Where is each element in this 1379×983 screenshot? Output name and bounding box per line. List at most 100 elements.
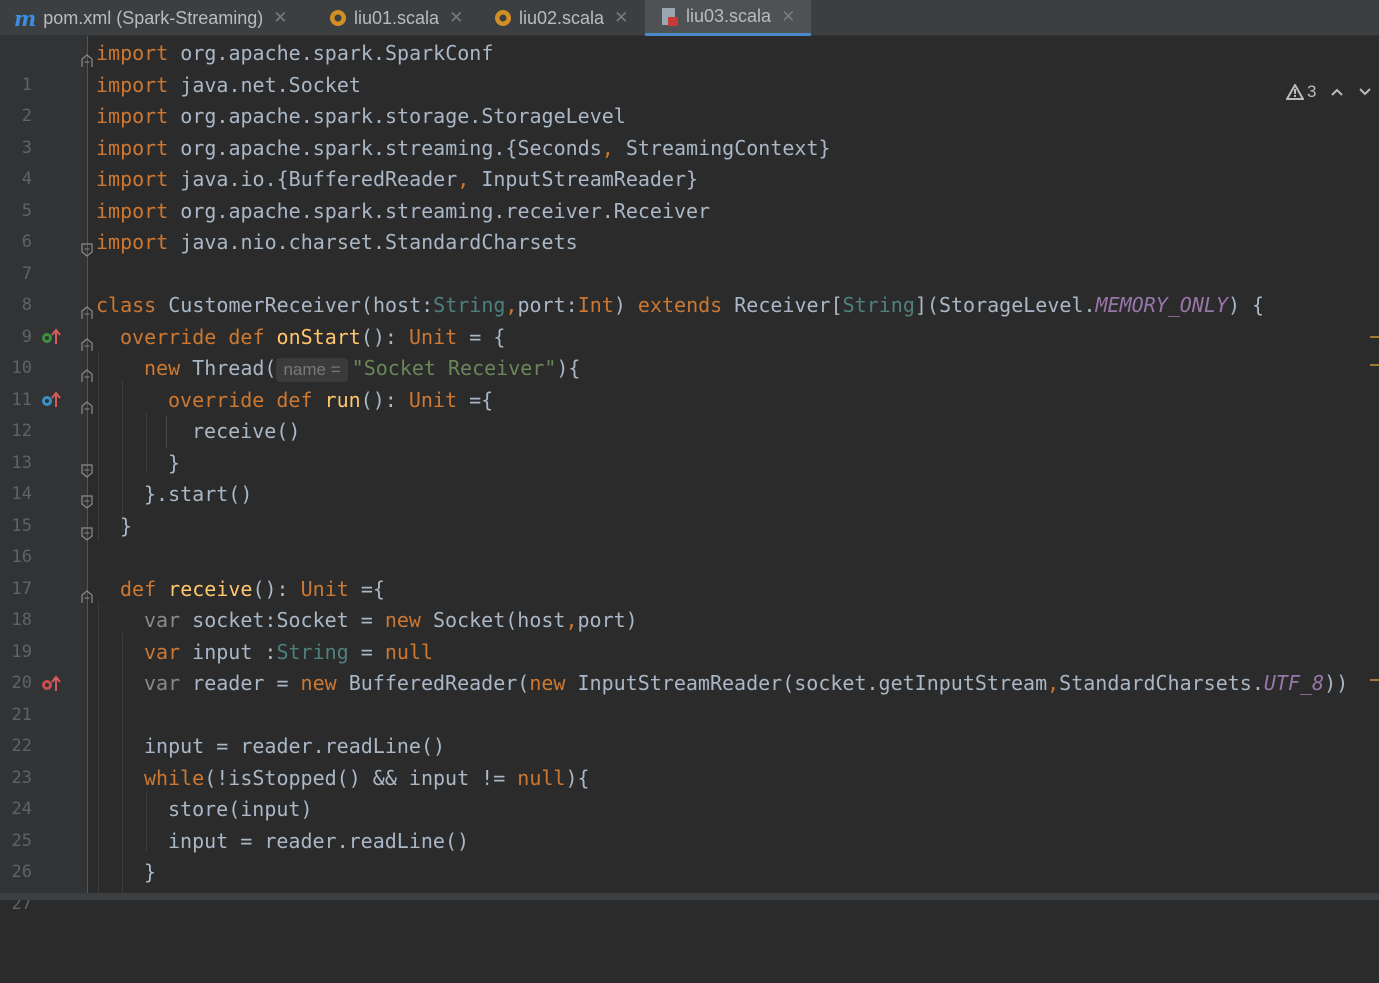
code-text: java.net.Socket (180, 72, 361, 97)
tab-liu01-scala[interactable]: liu01.scala ✕ (329, 0, 481, 36)
code-editor[interactable]: 3 1 import org.apache.spark.SparkConf 2 … (0, 36, 1379, 914)
tab-label: liu02.scala (519, 7, 605, 28)
code-line: 16 } (0, 511, 1379, 568)
keyword: var (144, 608, 181, 632)
keyword: def (120, 576, 157, 601)
type-name: Unit (409, 324, 458, 349)
code-text: Socket(host (433, 608, 566, 632)
code-line: 4 import org.apache.spark.streaming.{Sec… (0, 133, 1379, 190)
keyword: null (517, 765, 566, 790)
code-text: port) (577, 608, 638, 632)
horizontal-scrollbar[interactable] (0, 893, 1379, 900)
code-text: StreamingContext} (625, 135, 831, 160)
code-text: ){ (556, 356, 581, 380)
comma: , (457, 167, 470, 191)
keyword: class (96, 293, 157, 317)
code-text: ) (613, 293, 626, 317)
type-name: String (276, 639, 349, 664)
code-line: 17 (0, 542, 1379, 599)
code-line: 6 import org.apache.spark.streaming.rece… (0, 196, 1379, 253)
code-text: input : (192, 639, 277, 664)
string-literal: "Socket Receiver" (351, 356, 557, 380)
code-text: ](StorageLevel. (914, 293, 1096, 317)
scala-object-icon (329, 9, 347, 27)
keyword: override def (168, 387, 313, 412)
code-line: 22 (0, 700, 1379, 756)
code-text: BufferedReader( (348, 671, 530, 695)
keyword: import (96, 135, 169, 160)
code-text: )) (1324, 671, 1349, 695)
keyword: new (529, 671, 566, 695)
comma: , (601, 135, 614, 160)
code-line: 10 override def onStart(): Unit = { (0, 322, 1379, 379)
parameter-hint: name = (276, 358, 348, 382)
type-name: Unit (300, 576, 349, 601)
close-icon[interactable]: ✕ (273, 8, 287, 28)
close-icon[interactable]: ✕ (781, 7, 795, 27)
keyword: import (96, 72, 169, 97)
code-line: 27 } (0, 857, 1379, 914)
code-line: 8 (0, 259, 1379, 315)
tab-liu02-scala[interactable]: liu02.scala ✕ (494, 0, 646, 36)
function-name: receive (168, 576, 253, 601)
constant: UTF_8 (1263, 671, 1325, 695)
close-icon[interactable]: ✕ (614, 8, 628, 28)
code-line: 24 while(!isStopped() && input != null){ (0, 763, 1379, 820)
keyword: import (96, 41, 169, 65)
keyword: import (96, 167, 169, 191)
code-text: input = reader.readLine() (144, 734, 446, 758)
tab-label: liu03.scala (686, 6, 772, 26)
comma: , (565, 608, 578, 632)
tab-label: pom.xml (Spark-Streaming) (43, 7, 264, 28)
code-text: = { (469, 324, 506, 349)
type-name: String (433, 293, 506, 317)
keyword: import (96, 230, 169, 254)
type-name: Int (577, 293, 614, 317)
code-text: }.start() (144, 482, 253, 506)
code-text: CustomerReceiver(host: (168, 293, 434, 317)
code-line: 7 import java.nio.charset.StandardCharse… (0, 227, 1379, 284)
code-text: port: (517, 293, 578, 317)
code-text: org.apache.spark.streaming.{Seconds (180, 135, 602, 160)
code-text: receive() (192, 419, 301, 443)
close-icon[interactable]: ✕ (449, 8, 463, 28)
comma: , (505, 293, 518, 317)
code-line: 14 } (0, 448, 1379, 505)
code-text: org.apache.spark.storage.StorageLevel (180, 104, 626, 128)
code-text: } (144, 860, 157, 884)
tab-liu03-scala[interactable]: liu03.scala ✕ (645, 0, 811, 36)
code-text: ) { (1227, 293, 1265, 317)
overrides-method-icon[interactable] (41, 668, 61, 700)
keyword: new (384, 608, 421, 632)
code-line: 26 input = reader.readLine() (0, 826, 1379, 883)
code-text: = (360, 639, 373, 664)
keyword: override def (120, 324, 265, 349)
code-text: org.apache.spark.streaming.receiver.Rece… (180, 198, 711, 223)
comma: , (1047, 671, 1060, 695)
code-text: StandardCharsets. (1059, 671, 1264, 695)
code-text: } (120, 513, 133, 538)
keyword: import (96, 198, 169, 223)
keyword: var (144, 671, 181, 695)
keyword: new (300, 671, 337, 695)
overrides-method-icon[interactable] (41, 385, 61, 417)
code-text: org.apache.spark.SparkConf (180, 41, 494, 65)
keyword: extends (637, 293, 723, 317)
code-text: java.io.{BufferedReader (180, 167, 458, 191)
code-line: 12 override def run(): Unit ={ (0, 385, 1379, 442)
implements-method-icon[interactable] (41, 322, 61, 354)
code-text: reader = (192, 671, 289, 695)
code-text: (): (360, 324, 397, 349)
function-name: run (324, 387, 361, 412)
tab-pom-xml[interactable]: m pom.xml (Spark-Streaming) ✕ (14, 0, 314, 36)
code-line: 1 import org.apache.spark.SparkConf (0, 38, 1379, 95)
type-name: Unit (408, 387, 458, 412)
code-line: 20 var input :String = null (0, 637, 1379, 694)
scala-object-icon (494, 9, 512, 27)
code-line: 11 new Thread(name = "Socket Receiver"){ (0, 353, 1379, 410)
function-name: onStart (276, 324, 361, 349)
code-line: 25 store(input) (0, 794, 1379, 851)
keyword: new (144, 356, 181, 380)
code-line: 9 class CustomerReceiver(host:String,por… (0, 290, 1379, 347)
code-text: ={ (469, 387, 494, 412)
